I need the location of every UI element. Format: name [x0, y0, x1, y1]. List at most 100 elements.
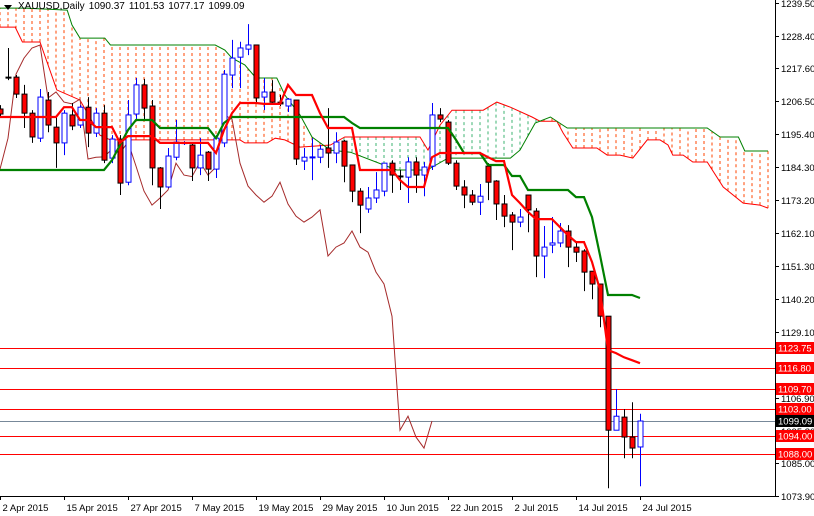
dropdown-triangle-icon[interactable]	[4, 4, 12, 10]
tenkan-sen-line	[0, 82, 641, 365]
price-tick-label: 1140.20	[781, 295, 814, 306]
price-chart[interactable]: 1239.50 1228.40 1217.60 1206.50 1195.40 1184.…	[0, 0, 814, 516]
candle	[133, 78, 140, 120]
candle	[477, 184, 484, 215]
candle-body	[269, 91, 276, 103]
candle-body	[517, 216, 524, 223]
candle	[45, 92, 52, 133]
price-tick-label: 1206.50	[781, 97, 814, 108]
candle	[365, 186, 372, 213]
candle	[165, 147, 172, 189]
candle	[13, 75, 20, 98]
candle-body	[229, 57, 236, 76]
price-tick-label: 1085.00	[781, 459, 814, 470]
candle-body	[453, 162, 460, 187]
candle	[149, 100, 156, 186]
candle-body	[69, 114, 76, 127]
candle	[469, 189, 476, 206]
candle	[293, 99, 300, 165]
candle	[445, 119, 452, 165]
candle	[309, 138, 316, 181]
candle-body	[261, 91, 268, 98]
candle	[301, 147, 308, 171]
candle	[21, 84, 28, 129]
candle	[189, 142, 196, 182]
candle	[93, 108, 100, 137]
candle-body	[45, 99, 52, 126]
candle	[357, 188, 364, 234]
candle	[349, 164, 356, 203]
candle-body	[237, 47, 244, 58]
price-tick-label: 1239.50	[781, 0, 814, 10]
candle-body	[13, 76, 20, 95]
candle-body	[477, 195, 484, 203]
time-tick-label: 2 Apr 2015	[3, 503, 49, 514]
candle-body	[93, 112, 100, 134]
candle-body	[413, 161, 420, 176]
candle	[5, 47, 12, 81]
candle-body	[557, 230, 564, 244]
time-tick-label: 15 Apr 2015	[67, 503, 118, 514]
candle	[589, 270, 596, 300]
price-tick-label: 1217.60	[781, 64, 814, 75]
candle	[317, 145, 324, 164]
candle	[269, 80, 276, 104]
bid-price-label: 1099.09	[778, 417, 812, 428]
candle-body	[205, 151, 212, 170]
price-tick-label: 1173.20	[781, 196, 814, 207]
price-tick-label: 1195.40	[781, 130, 814, 141]
candle-body	[493, 180, 500, 205]
candle-body	[173, 141, 180, 158]
level-label: 1103.00	[778, 405, 812, 416]
candle	[565, 225, 572, 268]
candle	[333, 132, 340, 164]
candle	[437, 108, 444, 123]
candle-body	[0, 108, 4, 115]
candle	[621, 409, 628, 459]
candle-body	[573, 246, 580, 253]
candle	[261, 78, 268, 111]
candle-body	[309, 156, 316, 159]
candle-body	[405, 161, 412, 178]
level-label: 1116.80	[778, 364, 811, 375]
candle	[245, 24, 252, 56]
candle-body	[317, 148, 324, 158]
time-tick-label: 10 Jun 2015	[387, 503, 439, 514]
candle-body	[101, 112, 108, 161]
candle-body	[365, 197, 372, 210]
candle-body	[301, 156, 308, 162]
candle	[237, 41, 244, 89]
candle	[157, 167, 164, 210]
candle-body	[637, 420, 644, 448]
time-tick-label: 14 Jul 2015	[579, 503, 628, 514]
candle-body	[421, 166, 428, 176]
time-tick-label: 27 Apr 2015	[131, 503, 182, 514]
candle-body	[61, 112, 68, 144]
price-tick-label: 1073.90	[781, 492, 814, 503]
candle-body	[461, 186, 468, 196]
level-label: 1088.00	[778, 450, 812, 461]
candle-body	[437, 114, 444, 120]
open-value: 1090.37	[88, 1, 125, 12]
time-tick-label: 22 Jun 2015	[451, 503, 503, 514]
candle	[29, 110, 36, 143]
chikou-span-line	[0, 44, 433, 450]
candle-body	[341, 140, 348, 167]
candle	[229, 39, 236, 89]
candle	[453, 160, 460, 190]
candle-body	[621, 416, 628, 438]
candle	[581, 249, 588, 292]
candle-body	[509, 214, 516, 223]
close-value: 1099.09	[208, 1, 245, 12]
time-tick-label: 24 Jul 2015	[643, 503, 692, 514]
candle-body	[549, 242, 556, 246]
candle	[205, 150, 212, 182]
candle-body	[469, 194, 476, 203]
candle	[637, 413, 644, 487]
candle-body	[197, 154, 204, 169]
candle-body	[541, 246, 548, 257]
candle	[493, 180, 500, 221]
candle	[37, 89, 44, 143]
candle	[509, 211, 516, 251]
candle	[405, 157, 412, 204]
